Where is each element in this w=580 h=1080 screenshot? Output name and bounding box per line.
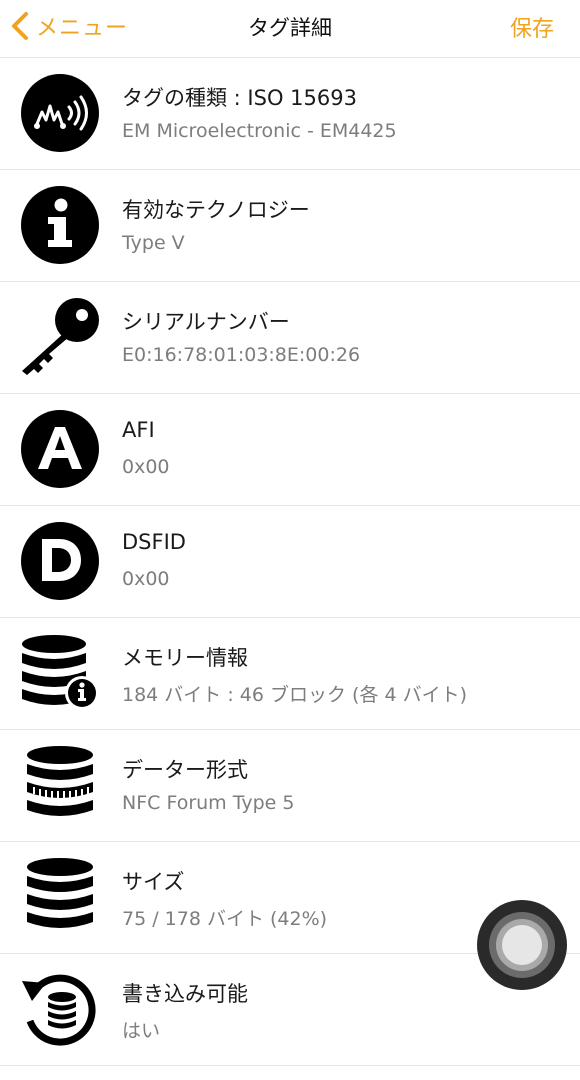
database-refresh-icon <box>20 969 100 1049</box>
row-value: 0x00 <box>122 456 170 478</box>
database-info-icon <box>20 633 100 713</box>
row-value: 0x00 <box>122 568 170 590</box>
list-item-technology[interactable]: 有効なテクノロジー Type V <box>0 170 580 282</box>
row-title: メモリー情報 <box>122 646 248 670</box>
save-button[interactable]: 保存 <box>510 11 554 43</box>
row-title: サイズ <box>122 870 185 894</box>
nfc-tag-icon <box>20 73 100 153</box>
row-title: DSFID <box>122 530 186 554</box>
letter-d-icon <box>20 521 100 601</box>
letter-a-icon <box>20 409 100 489</box>
chevron-left-icon <box>12 12 28 40</box>
row-title: シリアルナンバー <box>122 310 290 334</box>
key-icon <box>20 297 100 377</box>
row-title: データー形式 <box>122 758 248 782</box>
row-title: 書き込み可能 <box>122 982 248 1006</box>
assistive-touch-ring-inner <box>502 925 542 965</box>
row-value: Type V <box>122 232 185 254</box>
list-item-afi[interactable]: AFI 0x00 <box>0 394 580 506</box>
row-value: EM Microelectronic - EM4425 <box>122 120 397 142</box>
row-title: タグの種類 : ISO 15693 <box>122 86 357 110</box>
database-format-icon <box>20 745 100 825</box>
navigation-bar: メニュー タグ詳細 保存 <box>0 0 580 58</box>
row-value: はい <box>122 1020 161 1042</box>
row-value: 184 バイト : 46 ブロック (各 4 バイト) <box>122 684 468 706</box>
row-value: 75 / 178 バイト (42%) <box>122 908 328 930</box>
database-icon <box>20 857 100 937</box>
row-title: AFI <box>122 418 155 442</box>
list-item-dsfid[interactable]: DSFID 0x00 <box>0 506 580 618</box>
row-value: NFC Forum Type 5 <box>122 792 295 814</box>
back-button-label: メニュー <box>36 16 129 41</box>
info-icon <box>20 185 100 265</box>
list-item-memory-info[interactable]: メモリー情報 184 バイト : 46 ブロック (各 4 バイト) <box>0 618 580 730</box>
back-button[interactable]: メニュー <box>10 8 128 44</box>
row-value: E0:16:78:01:03:8E:00:26 <box>122 344 361 366</box>
assistive-touch-icon[interactable] <box>477 900 567 990</box>
list-item-serial-number[interactable]: シリアルナンバー E0:16:78:01:03:8E:00:26 <box>0 282 580 394</box>
list-item-data-format[interactable]: データー形式 NFC Forum Type 5 <box>0 730 580 842</box>
row-title: 有効なテクノロジー <box>122 198 310 222</box>
list-item-tag-type[interactable]: タグの種類 : ISO 15693 EM Microelectronic - E… <box>0 58 580 170</box>
